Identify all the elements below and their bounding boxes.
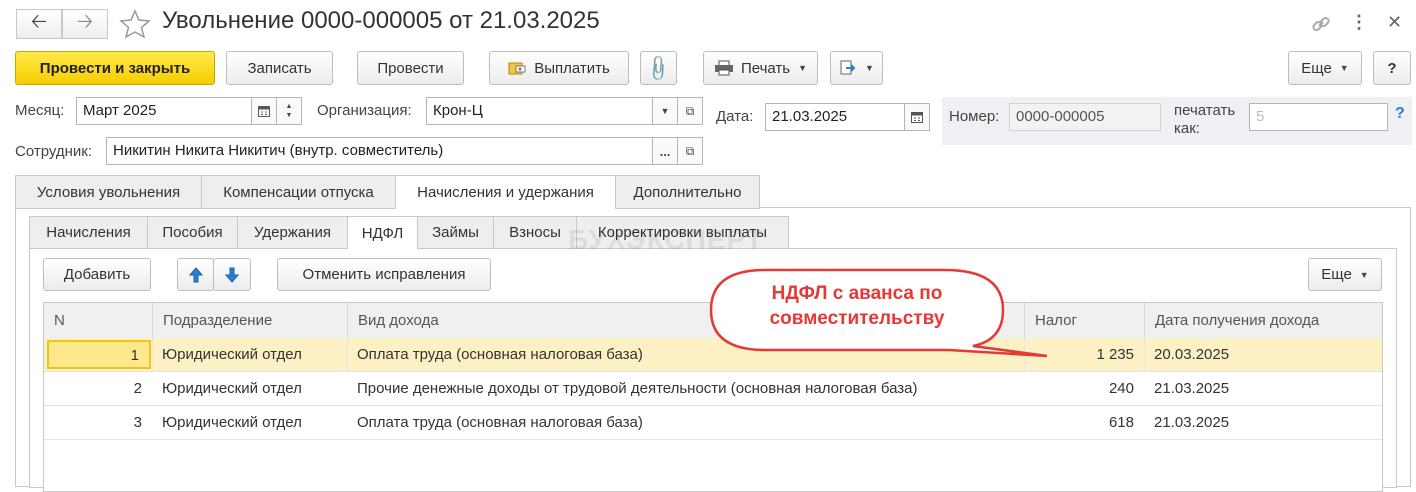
cell-department[interactable]: Юридический отдел [152,406,347,439]
month-label: Месяц: [15,102,65,119]
more-vert-icon[interactable]: ⋮ [1350,12,1368,33]
number-label: Номер: [949,108,1000,125]
calendar-button[interactable] [251,97,277,125]
month-field[interactable]: Март 2025 [76,97,252,125]
more-label: Еще [1301,59,1332,77]
close-icon[interactable]: ✕ [1387,12,1402,33]
forward-arrow-icon: 🡢 [76,11,94,33]
employee-open-button[interactable]: ⧉ [677,137,703,165]
number-field: 0000-000005 [1009,103,1161,131]
column-header-department[interactable]: Подразделение [152,303,347,338]
open-window-icon: ⧉ [685,103,695,118]
organization-open-button[interactable]: ⧉ [677,97,703,125]
cell-department[interactable]: Юридический отдел [152,338,347,371]
more-button[interactable]: Еще ▼ [1288,51,1362,85]
table-row[interactable]: 2 Юридический отдел Прочие денежные дохо… [44,372,1382,406]
forward-button[interactable]: 🡢 [62,9,108,39]
cell-department[interactable]: Юридический отдел [152,372,347,405]
post-and-close-button[interactable]: Провести и закрыть [15,51,215,85]
print-as-label-line1: печатать [1174,102,1236,119]
employee-select-button[interactable]: ... [652,137,678,165]
cell-income-type[interactable]: Прочие денежные доходы от трудовой деяте… [347,372,1024,405]
create-based-on-button[interactable]: ▼ [830,51,883,85]
pay-label: Выплатить [534,59,610,77]
star-icon[interactable] [118,8,152,40]
post-button[interactable]: Провести [357,51,464,85]
window-title: Увольнение 0000-000005 от 21.03.2025 [162,7,600,34]
cell-n[interactable]: 3 [44,406,152,439]
subtab-loans[interactable]: Займы [417,216,494,249]
date-label: Дата: [716,108,754,125]
date-field[interactable]: 21.03.2025 [765,103,905,131]
organization-field[interactable]: Крон-Ц [426,97,653,125]
printer-icon [714,60,734,76]
table-more-label: Еще [1321,266,1352,283]
tab-additional[interactable]: Дополнительно [615,175,760,209]
print-as-label-line2: как: [1174,120,1200,137]
chevron-down-icon: ▼ [798,63,808,73]
table-more-button[interactable]: Еще ▼ [1308,258,1382,291]
chevron-up-icon[interactable]: ▲ [286,102,293,111]
paperclip-icon: 📎 [643,52,674,83]
chevron-down-icon: ▼ [660,106,670,116]
print-button[interactable]: Печать ▼ [703,51,818,85]
employee-label: Сотрудник: [15,143,93,160]
print-as-label: печатать как: [1174,102,1235,138]
organization-label: Организация: [317,102,412,119]
watermark: БУХЭКСПЕРТ [568,224,764,255]
callout-line1: НДФЛ с аванса по [771,283,943,304]
tab-vacation-compensation[interactable]: Компенсации отпуска [201,175,396,209]
calendar-icon [258,105,270,117]
link-icon[interactable] [1310,13,1332,35]
employee-field[interactable]: Никитин Никита Никитич (внутр. совместит… [106,137,653,165]
callout-text: НДФЛ с аванса по совместительству [711,281,1003,331]
print-label: Печать [740,59,791,77]
cell-n[interactable]: 1 [47,340,151,369]
tab-accruals-deductions[interactable]: Начисления и удержания [395,175,616,209]
open-window-icon: ⧉ [685,143,695,158]
add-button[interactable]: Добавить [43,258,151,291]
move-up-button[interactable] [177,258,214,291]
subtab-ndfl[interactable]: НДФЛ [347,216,418,250]
arrow-up-icon [188,266,203,283]
cell-income-date[interactable]: 20.03.2025 [1144,338,1382,371]
cell-tax[interactable]: 240 [1024,372,1144,405]
chevron-down-icon: ▼ [1339,63,1349,73]
print-as-field[interactable]: 5 [1249,103,1388,131]
pay-button[interactable]: Выплатить [489,51,629,85]
cell-income-date[interactable]: 21.03.2025 [1144,406,1382,439]
cell-income-type[interactable]: Оплата труда (основная налоговая база) [347,406,1024,439]
callout-line2: совместительству [769,308,945,329]
column-header-n[interactable]: N [44,303,152,338]
print-as-help-icon[interactable]: ? [1395,105,1405,123]
help-button[interactable]: ? [1373,51,1411,85]
month-stepper[interactable]: ▲ ▼ [276,97,302,125]
chevron-down-icon: ▼ [865,63,874,73]
calendar-icon [911,111,923,123]
subtab-benefits[interactable]: Пособия [147,216,238,249]
subtab-deductions[interactable]: Удержания [237,216,348,249]
chevron-down-icon[interactable]: ▼ [286,111,293,120]
cell-tax[interactable]: 618 [1024,406,1144,439]
cancel-corrections-button[interactable]: Отменить исправления [277,258,491,291]
back-button[interactable]: 🡠 [16,9,62,39]
chevron-down-icon: ▼ [1359,269,1369,280]
table-row[interactable]: 3 Юридический отдел Оплата труда (основн… [44,406,1382,440]
tab-dismissal-conditions[interactable]: Условия увольнения [15,175,202,209]
cell-income-date[interactable]: 21.03.2025 [1144,372,1382,405]
callout-bubble: НДФЛ с аванса по совместительству [705,266,1055,362]
arrow-down-icon [224,267,240,283]
cell-n[interactable]: 2 [44,372,152,405]
move-down-button[interactable] [213,258,251,291]
back-arrow-icon: 🡠 [30,11,48,33]
subtab-contributions[interactable]: Взносы [493,216,577,249]
subtab-accruals[interactable]: Начисления [29,216,148,249]
save-button[interactable]: Записать [226,51,333,85]
organization-dropdown[interactable]: ▼ [652,97,678,125]
date-calendar-button[interactable] [904,103,930,131]
attach-button[interactable]: 📎 [640,51,677,85]
wallet-icon [508,60,526,76]
document-arrow-icon [839,59,857,77]
column-header-income-date[interactable]: Дата получения дохода [1144,303,1382,338]
